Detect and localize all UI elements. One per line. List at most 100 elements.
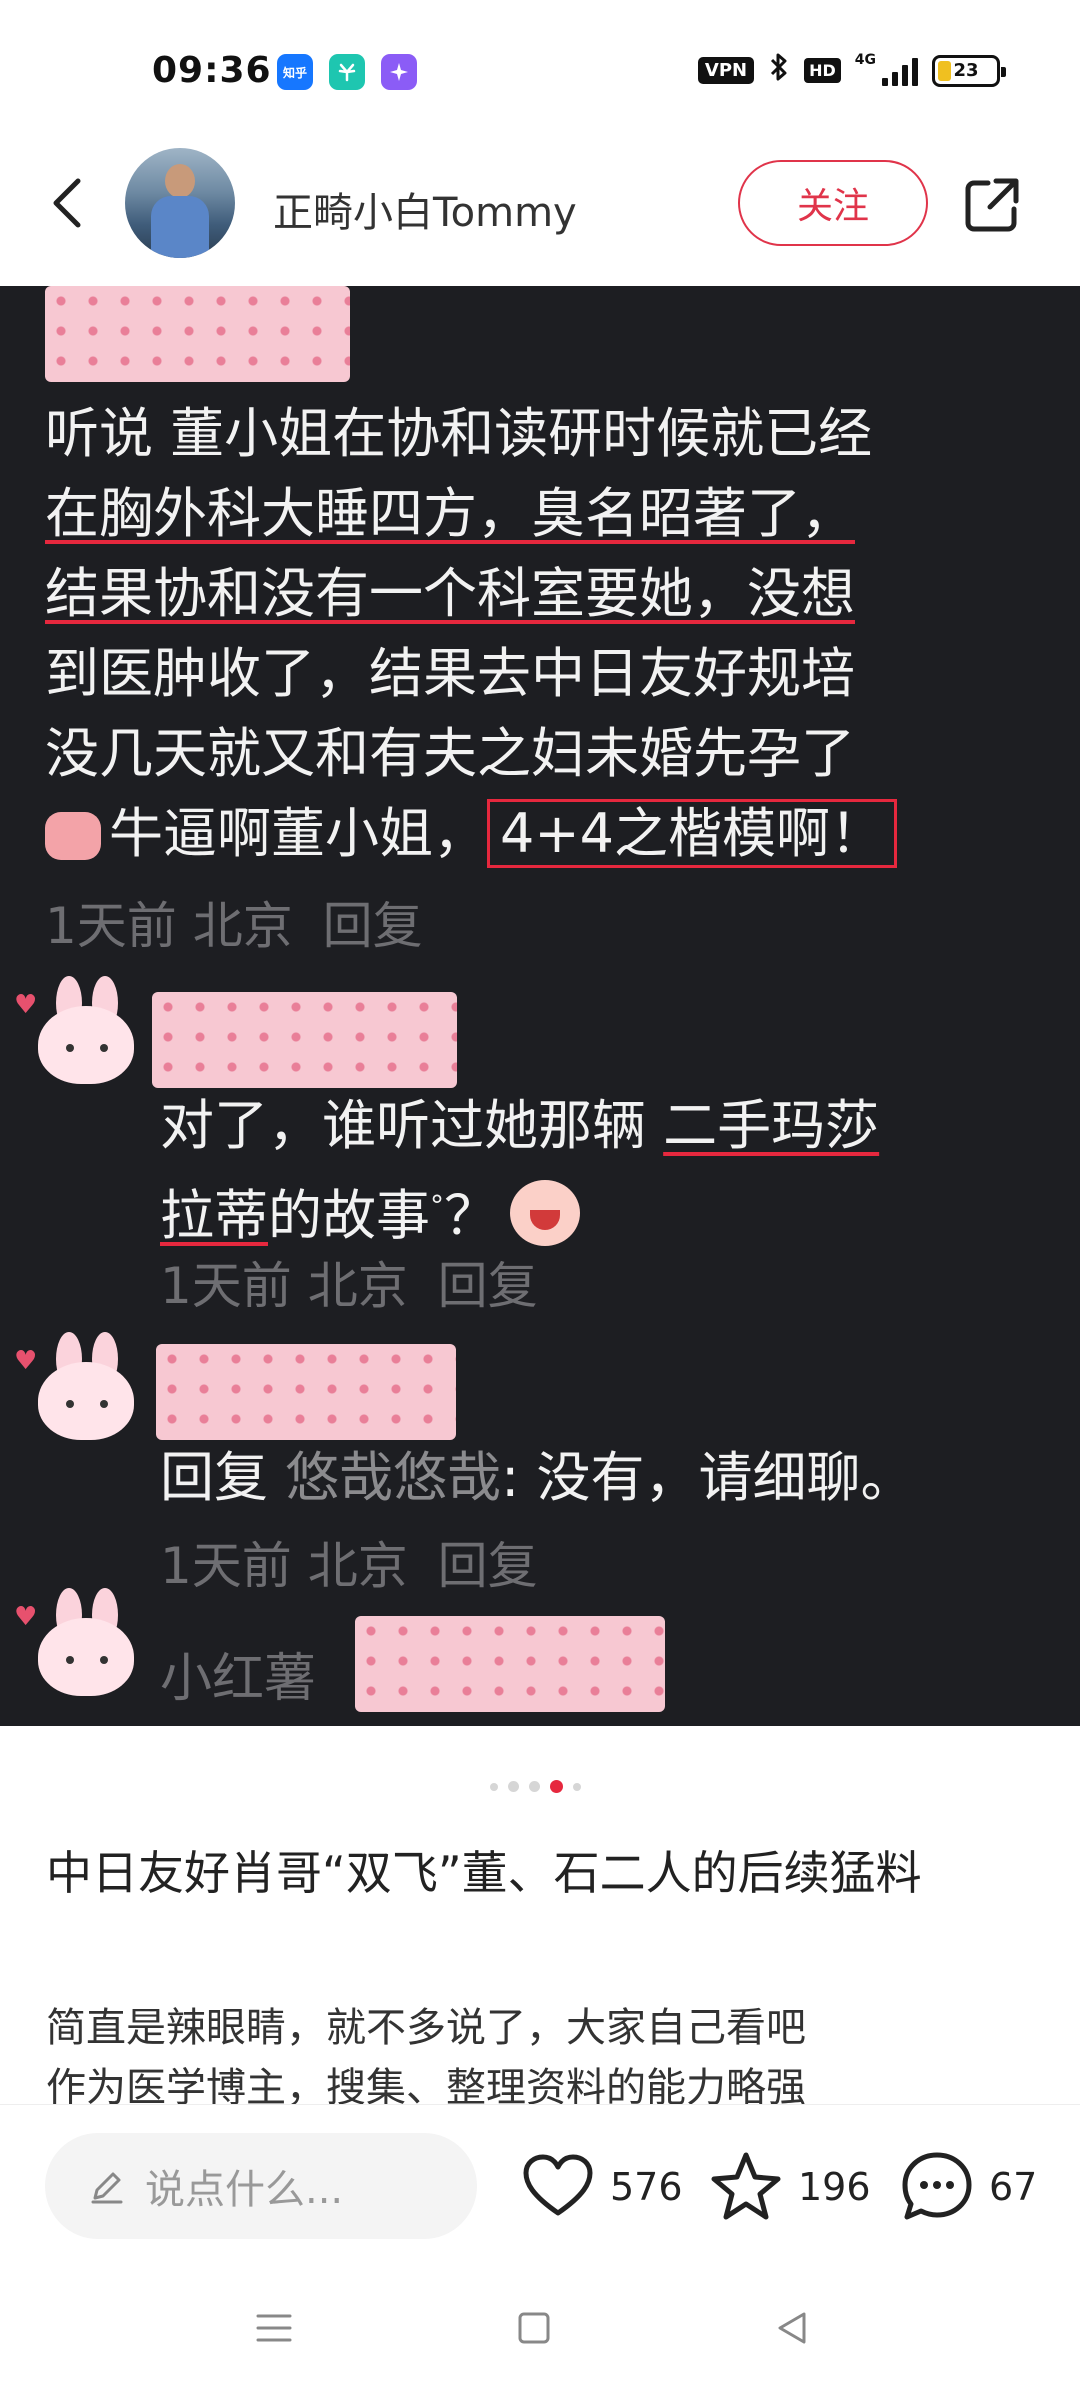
post-image[interactable]: 听说 董小姐在协和读研时候就已经 在胸外科大睡四方，臭名昭著了， 结果协和没有一…: [0, 286, 1080, 1726]
highlighted-text: 4+4之楷模啊！: [487, 799, 897, 868]
post-body: 简直是辣眼睛，就不多说了，大家自己看吧 作为医学博主，搜集、整理资料的能力略强: [46, 1998, 1046, 2104]
commenter-avatar: ♥: [14, 1582, 150, 1712]
system-nav-bar: [0, 2270, 1080, 2400]
carousel-indicator: [490, 1780, 581, 1793]
favorite-button[interactable]: 196: [706, 2145, 871, 2229]
comment-count: 67: [989, 2165, 1038, 2209]
commenter-avatar: ♥: [14, 970, 150, 1100]
comment-line: 结果协和没有一个科室要她，没想: [45, 554, 855, 634]
heart-icon: [523, 2154, 593, 2216]
comment-meta: 1天前 北京 回复: [160, 1246, 538, 1318]
follow-button[interactable]: 关注: [738, 160, 928, 246]
comment-input[interactable]: 说点什么...: [45, 2133, 477, 2239]
comment-text: 牛逼啊董小姐，: [109, 802, 487, 865]
network-type-label: 4G: [854, 52, 876, 68]
comment-text: 听说 董小姐在协和读研时候就已经: [45, 402, 873, 465]
comment-text: 结果协和没有一个科室要她，没想: [45, 562, 855, 625]
battery-level: 23: [953, 60, 979, 81]
status-time: 09:36: [152, 50, 272, 91]
carousel-dot-active: [550, 1780, 563, 1793]
star-icon: [711, 2152, 781, 2220]
post-header: 正畸小白Tommy 关注: [0, 140, 1080, 286]
comment-text: 没几天就又和有夫之妇未婚先孕了: [45, 722, 855, 785]
reply-target-name: 悠哉悠哉: [285, 1446, 502, 1509]
comment-line: 回复 悠哉悠哉: 没有，请细聊。: [160, 1438, 915, 1518]
comment-line: 对了，谁听过她那辆 二手玛莎: [160, 1086, 879, 1166]
carousel-dot: [573, 1782, 581, 1791]
vpn-icon: VPN: [697, 57, 755, 84]
system-icons: VPN HD 4G 23: [697, 52, 1006, 89]
comment-line: 在胸外科大睡四方，臭名昭著了，: [45, 474, 855, 554]
comment-text: 到医肿收了，结果去中日友好规培: [45, 642, 855, 705]
chevron-left-icon: [53, 178, 81, 228]
menu-icon: [256, 2314, 292, 2342]
carousel-dot: [490, 1782, 498, 1791]
favorite-count: 196: [798, 2165, 871, 2209]
carousel-dot: [508, 1781, 519, 1792]
comment-reply: 回复: [437, 1537, 538, 1595]
comment-line: 听说 董小姐在协和读研时候就已经: [45, 394, 872, 474]
heart-icon: ♥: [14, 1346, 38, 1376]
square-icon: [518, 2312, 550, 2344]
signal-icon: [882, 56, 918, 86]
comment-text: 回复: [160, 1446, 268, 1509]
share-button[interactable]: [960, 173, 1024, 237]
bottom-action-bar: 说点什么... 576 196 67: [0, 2104, 1080, 2270]
comment-text: 二手玛莎: [663, 1094, 880, 1157]
comment-text: 的故事: [268, 1184, 430, 1247]
author-avatar[interactable]: [125, 148, 235, 258]
comment-line: 到医肿收了，结果去中日友好规培: [45, 634, 855, 714]
comment-time: 1天前: [45, 897, 177, 955]
author-name[interactable]: 正畸小白Tommy: [273, 180, 577, 238]
app-notification-icon-2: [381, 54, 417, 90]
redaction-sticker: [156, 1344, 456, 1440]
comment-text: ？: [444, 1184, 498, 1247]
share-icon: [965, 178, 1019, 232]
comment-line: 拉蒂的故事°？: [160, 1166, 580, 1256]
app-notification-icon: [329, 54, 365, 90]
search-mini-icon: °: [430, 1189, 444, 1222]
comment-text: 对了，谁听过她那辆: [160, 1094, 664, 1157]
comment-text: 拉蒂: [160, 1184, 268, 1247]
comment-placeholder: 说点什么...: [145, 2167, 344, 2213]
comment-line: 没几天就又和有夫之妇未婚先孕了: [45, 714, 855, 794]
comment-location: 北京: [307, 1257, 408, 1315]
laugh-emoji-icon: [510, 1180, 580, 1246]
commenter-avatar: ♥: [14, 1326, 150, 1456]
post-body-line: 作为医学博主，搜集、整理资料的能力略强: [46, 2065, 806, 2104]
comment-meta: 1天前 北京 回复: [160, 1526, 538, 1598]
battery-icon: 23: [932, 54, 1006, 87]
heart-icon: ♥: [14, 1602, 38, 1632]
comments-button[interactable]: 67: [897, 2145, 1037, 2229]
comment-line: 牛逼啊董小姐， 4+4之楷模啊！: [45, 794, 897, 874]
post-title: 中日友好肖哥“双飞”董、石二人的后续猛料: [46, 1846, 922, 1900]
like-count: 576: [610, 2165, 683, 2209]
redaction-sticker: [355, 1616, 665, 1712]
comment-bubble-icon: [902, 2152, 972, 2220]
comment-location: 北京: [192, 897, 293, 955]
post-body-line: 简直是辣眼睛，就不多说了，大家自己看吧: [46, 2005, 806, 2051]
redaction-sticker: [152, 992, 457, 1088]
comment-text: : 没有，请细聊。: [501, 1446, 915, 1509]
commenter-name: 小红薯: [160, 1649, 317, 1709]
comment-reply: 回复: [322, 897, 423, 955]
comment-reply: 回复: [437, 1257, 538, 1315]
comment-text: 在胸外科大睡四方，臭名昭著了，: [45, 482, 855, 545]
hd-icon: HD: [804, 58, 841, 83]
comment-time: 1天前: [160, 1537, 292, 1595]
status-bar: 09:36 知乎 VPN HD 4G 23: [0, 0, 1080, 140]
back-nav-button[interactable]: [762, 2298, 822, 2358]
carousel-dot: [529, 1781, 540, 1792]
thumbs-up-emoji-icon: [45, 812, 101, 860]
comment-time: 1天前: [160, 1257, 292, 1315]
triangle-back-icon: [778, 2312, 806, 2344]
menu-nav-button[interactable]: [244, 2298, 304, 2358]
heart-icon: ♥: [14, 990, 38, 1020]
comment-location: 北京: [307, 1537, 408, 1595]
back-button[interactable]: [38, 173, 98, 233]
like-button[interactable]: 576: [518, 2145, 683, 2229]
bluetooth-icon: [768, 52, 790, 89]
pencil-icon: [91, 2172, 123, 2204]
home-nav-button[interactable]: [504, 2298, 564, 2358]
comment-meta: 1天前 北京 回复: [45, 886, 423, 958]
